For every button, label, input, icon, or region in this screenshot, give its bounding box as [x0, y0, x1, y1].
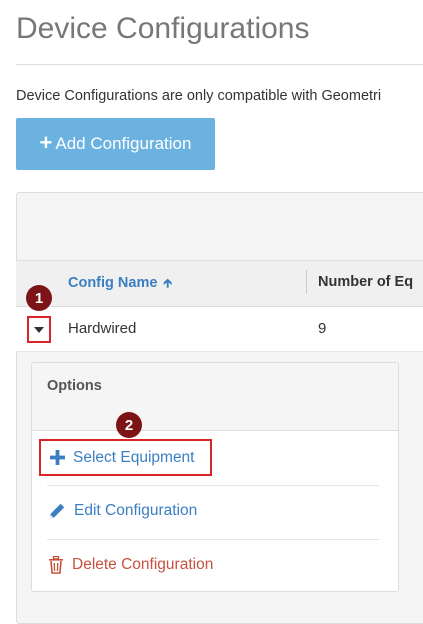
options-title: Options	[47, 378, 102, 394]
pencil-icon	[48, 502, 66, 520]
delete-configuration-label: Delete Configuration	[72, 556, 213, 574]
plus-icon	[50, 450, 65, 465]
delete-configuration-option[interactable]: Delete Configuration	[48, 556, 213, 574]
column-header-label: Config Name	[68, 275, 157, 291]
page-title: Device Configurations	[16, 12, 309, 46]
add-configuration-label: Add Configuration	[55, 134, 191, 154]
equipment-count-cell: 9	[318, 320, 326, 337]
edit-configuration-label: Edit Configuration	[74, 502, 197, 520]
column-header-number-of-equipment[interactable]: Number of Eq	[318, 274, 413, 290]
config-name-cell: Hardwired	[68, 320, 136, 337]
select-equipment-label: Select Equipment	[73, 449, 195, 467]
option-divider	[47, 485, 379, 486]
trash-icon	[48, 556, 64, 574]
intro-text: Device Configurations are only compatibl…	[16, 88, 381, 104]
plus-icon: +	[40, 132, 53, 154]
add-configuration-button[interactable]: + Add Configuration	[16, 118, 215, 170]
expand-row-toggle[interactable]	[27, 316, 51, 343]
sort-ascending-icon: 🡱	[163, 276, 172, 290]
edit-configuration-option[interactable]: Edit Configuration	[48, 502, 197, 520]
column-divider	[306, 270, 307, 294]
callout-badge-1: 1	[26, 285, 52, 311]
caret-down-icon	[34, 327, 44, 333]
column-header-config-name[interactable]: Config Name 🡱	[68, 274, 172, 295]
option-divider	[47, 539, 379, 540]
title-divider	[16, 64, 423, 65]
options-header	[32, 363, 398, 431]
select-equipment-option[interactable]: Select Equipment	[39, 439, 212, 476]
callout-badge-2: 2	[116, 412, 142, 438]
